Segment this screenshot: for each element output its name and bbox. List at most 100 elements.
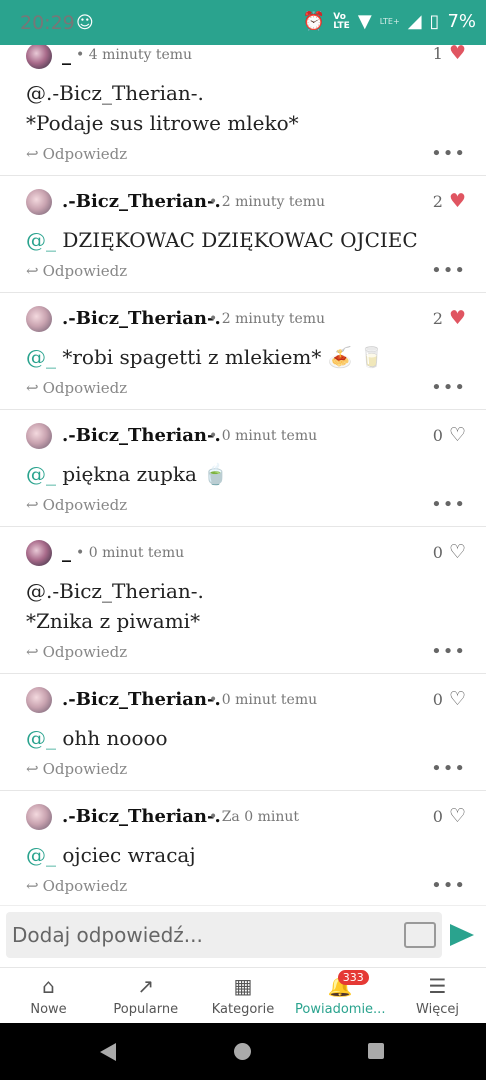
like-button[interactable]: 0 ♡ [433,424,466,446]
like-count: 0 [432,690,443,709]
heart-outline-icon: ♡ [448,805,466,827]
comment: .-Bicz_Therian-. • 2 minuty temu 2 ♥ @_ … [0,175,486,293]
home-icon: ⌂ [42,974,55,998]
recent-apps-icon[interactable] [368,1043,384,1059]
tab-wiecej[interactable]: ☰ Więcej [389,968,486,1024]
comment-author[interactable]: .-Bicz_Therian-. [62,308,221,329]
image-icon[interactable] [404,922,436,948]
comment-body: @_ *robi spagetti z mlekiem* 🍝 🥛 [26,345,384,369]
comment-mention[interactable]: @_ [26,228,56,252]
like-button[interactable]: 2 ♥ [433,309,466,329]
notification-badge: 333 [337,970,369,985]
reply-button[interactable]: ↩ Odpowiedz [26,877,127,895]
avatar[interactable] [26,423,52,449]
comment-text: *Podaje sus litrowe mleko* [26,111,299,135]
alarm-icon: ⏰ [302,11,326,32]
comment: _ • 0 minut temu 0 ♡ @.-Bicz_Therian-. *… [0,526,486,674]
more-options-icon[interactable]: ••• [431,641,466,662]
more-options-icon[interactable]: ••• [431,494,466,515]
volte-icon: Vo LTE [333,11,350,31]
reply-button[interactable]: ↩ Odpowiedz [26,496,127,514]
comment-body: @_ DZIĘKOWAC DZIĘKOWAC OJCIEC [26,228,418,252]
reply-button[interactable]: ↩ Odpowiedz [26,262,127,280]
heart-outline-icon: ♡ [448,688,466,710]
comment: .-Bicz_Therian-. • 0 minut temu 0 ♡ @_ p… [0,409,486,527]
send-icon[interactable] [450,924,474,946]
comment-author[interactable]: .-Bicz_Therian-. [62,191,221,212]
reply-button[interactable]: ↩ Odpowiedz [26,643,127,661]
tab-label: Nowe [30,1002,67,1017]
comment-time: • 4 minuty temu [76,47,193,63]
comment-author[interactable]: .-Bicz_Therian-. [62,425,221,446]
bottom-tab-bar: ⌂ Nowe ↗ Popularne ▦ Kategorie 🔔 333 Pow… [0,967,486,1024]
reply-label: Odpowiedz [42,262,128,280]
tab-powiadomienia[interactable]: 🔔 333 Powiadomie... [292,968,389,1024]
comment-author[interactable]: .-Bicz_Therian-. [62,806,221,827]
comment: .-Bicz_Therian-. • Za 0 minut 0 ♡ @_ ojc… [0,790,486,905]
comment-mention[interactable]: @_ [26,345,56,369]
like-button[interactable]: 0 ♡ [432,688,466,710]
reply-button[interactable]: ↩ Odpowiedz [26,145,127,163]
like-count: 2 [432,192,443,211]
status-time: 20:29 [20,12,75,34]
like-button[interactable]: 0 ♡ [433,543,466,563]
heart-outline-icon: ♡ [448,424,466,446]
reply-button[interactable]: ↩ Odpowiedz [26,379,127,397]
tab-popularne[interactable]: ↗ Popularne [97,968,194,1024]
tab-nowe[interactable]: ⌂ Nowe [0,968,97,1024]
comment-list[interactable]: _ • 4 minuty temu 1 ♥ @.-Bicz_Therian-. … [0,45,486,905]
comment-author[interactable]: _ [62,542,71,563]
comment: .-Bicz_Therian-. • 2 minuty temu 2 ♥ @_ … [0,292,486,410]
like-button[interactable]: 0 ♡ [432,805,466,827]
more-options-icon[interactable]: ••• [431,260,466,281]
trending-icon: ↗ [137,974,155,998]
lte-icon: LTE+ [379,17,400,26]
comment-time: • 0 minut temu [76,545,185,561]
reply-label: Odpowiedz [42,877,128,895]
tab-label: Kategorie [211,1002,275,1017]
comment-time: • Za 0 minut [209,809,300,825]
tab-label: Popularne [113,1002,179,1017]
tab-kategorie[interactable]: ▦ Kategorie [195,968,292,1024]
comment-text: piękna zupka 🍵 [56,462,229,486]
avatar[interactable] [26,804,52,830]
comment-time: • 2 minuty temu [209,311,326,327]
avatar[interactable] [26,687,52,713]
comment: .-Bicz_Therian-. • 0 minut temu 0 ♡ @_ o… [0,673,486,791]
comment-text: ohh noooo [56,726,168,750]
back-icon[interactable] [100,1043,116,1061]
reply-icon: ↩ [26,877,39,895]
comment-text: DZIĘKOWAC DZIĘKOWAC OJCIEC [56,228,418,252]
like-button[interactable]: 1 ♥ [433,45,466,63]
avatar[interactable] [26,45,52,69]
comment-mention[interactable]: @.-Bicz_Therian-. [26,579,204,603]
avatar[interactable] [26,306,52,332]
comment-mention[interactable]: @_ [26,726,56,750]
heart-icon: ♥ [448,45,466,64]
like-button[interactable]: 2 ♥ [432,192,466,212]
comment-mention[interactable]: @_ [26,462,56,486]
like-count: 0 [432,807,443,826]
avatar[interactable] [26,540,52,566]
comment-author[interactable]: _ [62,45,71,66]
avatar[interactable] [26,189,52,215]
reply-icon: ↩ [26,760,39,778]
comment-mention[interactable]: @.-Bicz_Therian-. [26,81,204,105]
home-button-icon[interactable] [234,1043,251,1060]
comment-body: @_ ohh noooo [26,726,168,750]
comment-mention[interactable]: @_ [26,843,56,867]
wifi-icon: ▼ [357,11,372,32]
comment-time: • 0 minut temu [209,692,318,708]
reply-button[interactable]: ↩ Odpowiedz [26,760,127,778]
comment-author[interactable]: .-Bicz_Therian-. [62,689,221,710]
more-options-icon[interactable]: ••• [431,377,466,398]
reply-input[interactable]: Dodaj odpowiedź... [6,912,442,958]
comment-text: ojciec wracaj [56,843,196,867]
more-options-icon[interactable]: ••• [431,758,466,779]
reply-label: Odpowiedz [42,496,128,514]
like-count: 1 [432,45,443,63]
reply-placeholder: Dodaj odpowiedź... [12,923,203,947]
comment-time: • 2 minuty temu [209,194,326,210]
more-options-icon[interactable]: ••• [431,143,466,164]
more-options-icon[interactable]: ••• [431,875,466,896]
